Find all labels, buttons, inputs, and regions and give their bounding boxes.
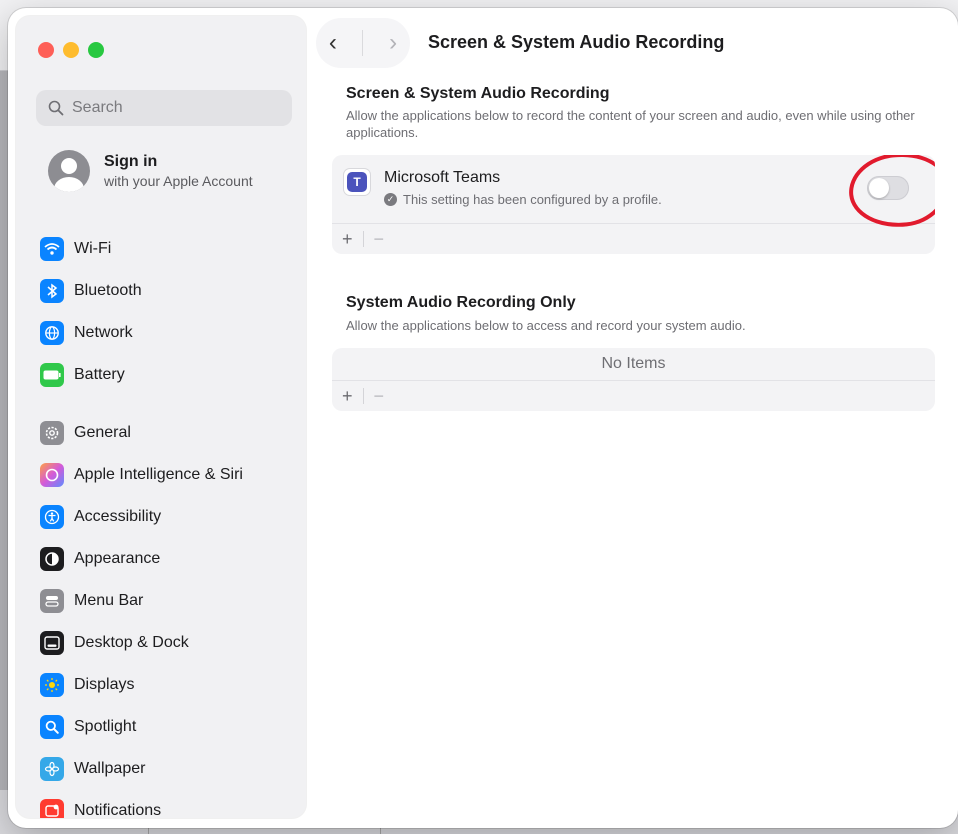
audio-section-description: Allow the applications below to access a…: [346, 318, 746, 333]
sidebar-item-label: Battery: [74, 366, 125, 383]
wifi-icon: [40, 237, 64, 261]
sidebar-item-displays[interactable]: Displays: [40, 664, 300, 706]
screen-recording-list: T Microsoft Teams ✓ This setting has bee…: [332, 155, 935, 254]
search-field[interactable]: [36, 90, 292, 126]
sidebar-item-label: Wallpaper: [74, 760, 146, 777]
sidebar-item-label: General: [74, 424, 131, 441]
audio-recording-list: No Items + −: [332, 348, 935, 411]
bluetooth-icon: [40, 279, 64, 303]
history-navigation: ‹ ›: [316, 18, 410, 68]
sidebar-item-label: Bluetooth: [74, 282, 142, 299]
sidebar-item-label: Accessibility: [74, 508, 162, 525]
add-app-button[interactable]: +: [342, 229, 353, 250]
sidebar-item-label: Network: [74, 324, 133, 341]
siri-icon: [40, 463, 64, 487]
avatar-icon: [48, 150, 90, 192]
account-title: Sign in: [104, 153, 158, 170]
app-name: Microsoft Teams: [384, 169, 501, 186]
sidebar-item-apple-intelligence[interactable]: Apple Intelligence & Siri: [40, 454, 300, 496]
screen-section-title: Screen & System Audio Recording: [346, 85, 610, 102]
remove-app-button[interactable]: −: [374, 386, 385, 407]
notifications-icon: [40, 799, 64, 818]
gear-icon: [40, 421, 64, 445]
remove-app-button[interactable]: −: [374, 229, 385, 250]
sidebar-item-label: Displays: [74, 676, 135, 693]
sidebar-item-label: Apple Intelligence & Siri: [74, 466, 243, 483]
list-toolbar: + −: [332, 223, 935, 254]
close-button[interactable]: [38, 42, 54, 58]
sidebar-item-desktop-dock[interactable]: Desktop & Dock: [40, 622, 300, 664]
sidebar-item-bluetooth[interactable]: Bluetooth: [40, 270, 300, 312]
sidebar-item-label: Notifications: [74, 802, 162, 818]
back-button[interactable]: ‹: [329, 29, 337, 57]
minimize-button[interactable]: [63, 42, 79, 58]
forward-button[interactable]: ›: [389, 29, 397, 57]
list-item: T Microsoft Teams ✓ This setting has bee…: [332, 155, 935, 233]
account-signin[interactable]: Sign in with your Apple Account: [48, 150, 253, 192]
sidebar-item-general[interactable]: General: [40, 412, 300, 454]
screen-section-description: Allow the applications below to record t…: [346, 108, 915, 140]
empty-state: No Items: [601, 355, 666, 372]
sidebar-item-accessibility[interactable]: Accessibility: [40, 496, 300, 538]
sidebar-item-notifications[interactable]: Notifications: [40, 790, 300, 818]
settings-window: Sign in with your Apple Account Wi-Fi Bl…: [8, 8, 958, 828]
sidebar-item-spotlight[interactable]: Spotlight: [40, 706, 300, 748]
zoom-button[interactable]: [88, 42, 104, 58]
sidebar-item-label: Desktop & Dock: [74, 634, 189, 651]
checkmark-badge-icon: ✓: [384, 193, 397, 206]
accessibility-icon: [40, 505, 64, 529]
globe-icon: [40, 321, 64, 345]
page-title: Screen & System Audio Recording: [428, 32, 725, 52]
sidebar: Sign in with your Apple Account Wi-Fi Bl…: [16, 16, 306, 818]
main-content: ‹ › Screen & System Audio Recording Scre…: [308, 8, 958, 828]
profile-note: ✓ This setting has been configured by a …: [384, 192, 662, 207]
window-controls: [38, 42, 104, 58]
appearance-icon: [40, 547, 64, 571]
sidebar-item-label: Wi-Fi: [74, 240, 112, 257]
add-app-button[interactable]: +: [342, 386, 353, 407]
dock-icon: [40, 631, 64, 655]
spotlight-icon: [40, 715, 64, 739]
list-toolbar: + −: [332, 380, 935, 411]
sidebar-item-wifi[interactable]: Wi-Fi: [40, 228, 300, 270]
sidebar-item-wallpaper[interactable]: Wallpaper: [40, 748, 300, 790]
sidebar-nav: Wi-Fi Bluetooth Network Battery General …: [40, 228, 300, 818]
teams-icon: T: [344, 169, 370, 195]
audio-section-title: System Audio Recording Only: [346, 294, 576, 311]
search-icon: [48, 100, 64, 116]
wallpaper-icon: [40, 757, 64, 781]
sidebar-item-network[interactable]: Network: [40, 312, 300, 354]
sun-icon: [40, 673, 64, 697]
sidebar-item-menu-bar[interactable]: Menu Bar: [40, 580, 300, 622]
sidebar-item-label: Spotlight: [74, 718, 137, 735]
search-input[interactable]: [70, 98, 274, 118]
sidebar-item-battery[interactable]: Battery: [40, 354, 300, 396]
profile-note-text: This setting has been configured by a pr…: [403, 192, 662, 207]
sidebar-item-appearance[interactable]: Appearance: [40, 538, 300, 580]
red-annotation-circle: [845, 155, 935, 233]
account-subtitle: with your Apple Account: [104, 173, 253, 189]
sidebar-item-label: Appearance: [74, 550, 161, 567]
sidebar-item-label: Menu Bar: [74, 592, 144, 609]
menubar-icon: [40, 589, 64, 613]
battery-icon: [40, 363, 64, 387]
